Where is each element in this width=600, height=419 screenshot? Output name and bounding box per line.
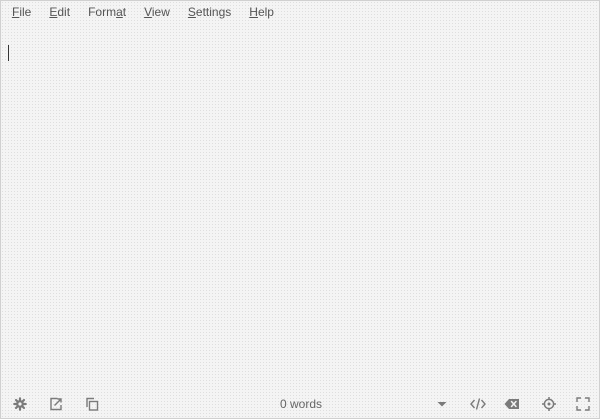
menu-file[interactable]: File: [12, 5, 31, 19]
dropdown-icon: [437, 402, 447, 407]
copy-button[interactable]: [84, 396, 100, 412]
settings-button[interactable]: [12, 396, 28, 412]
word-count: 0 words: [279, 397, 323, 411]
code-button[interactable]: [470, 396, 486, 412]
dropdown-button[interactable]: [434, 396, 450, 412]
menu-view[interactable]: View: [144, 5, 170, 19]
fullscreen-icon: [576, 397, 590, 411]
status-bar: 0 words: [1, 390, 599, 418]
text-caret: [8, 45, 9, 61]
text-editor[interactable]: [1, 35, 599, 390]
copy-icon: [86, 397, 99, 411]
menu-help[interactable]: Help: [249, 5, 274, 19]
clear-button[interactable]: [504, 396, 520, 412]
target-icon: [542, 397, 556, 411]
menu-settings[interactable]: Settings: [188, 5, 231, 19]
menu-bar: File Edit Format View Settings Help: [1, 1, 292, 23]
menu-format[interactable]: Format: [88, 5, 126, 19]
app-window: File Edit Format View Settings Help 0 wo…: [0, 0, 600, 419]
target-button[interactable]: [541, 396, 557, 412]
menu-edit[interactable]: Edit: [49, 5, 70, 19]
fullscreen-button[interactable]: [575, 396, 591, 412]
export-icon: [50, 397, 62, 411]
code-icon: [470, 398, 486, 410]
settings-icon: [13, 397, 27, 411]
clear-icon: [504, 399, 519, 409]
export-button[interactable]: [48, 396, 64, 412]
